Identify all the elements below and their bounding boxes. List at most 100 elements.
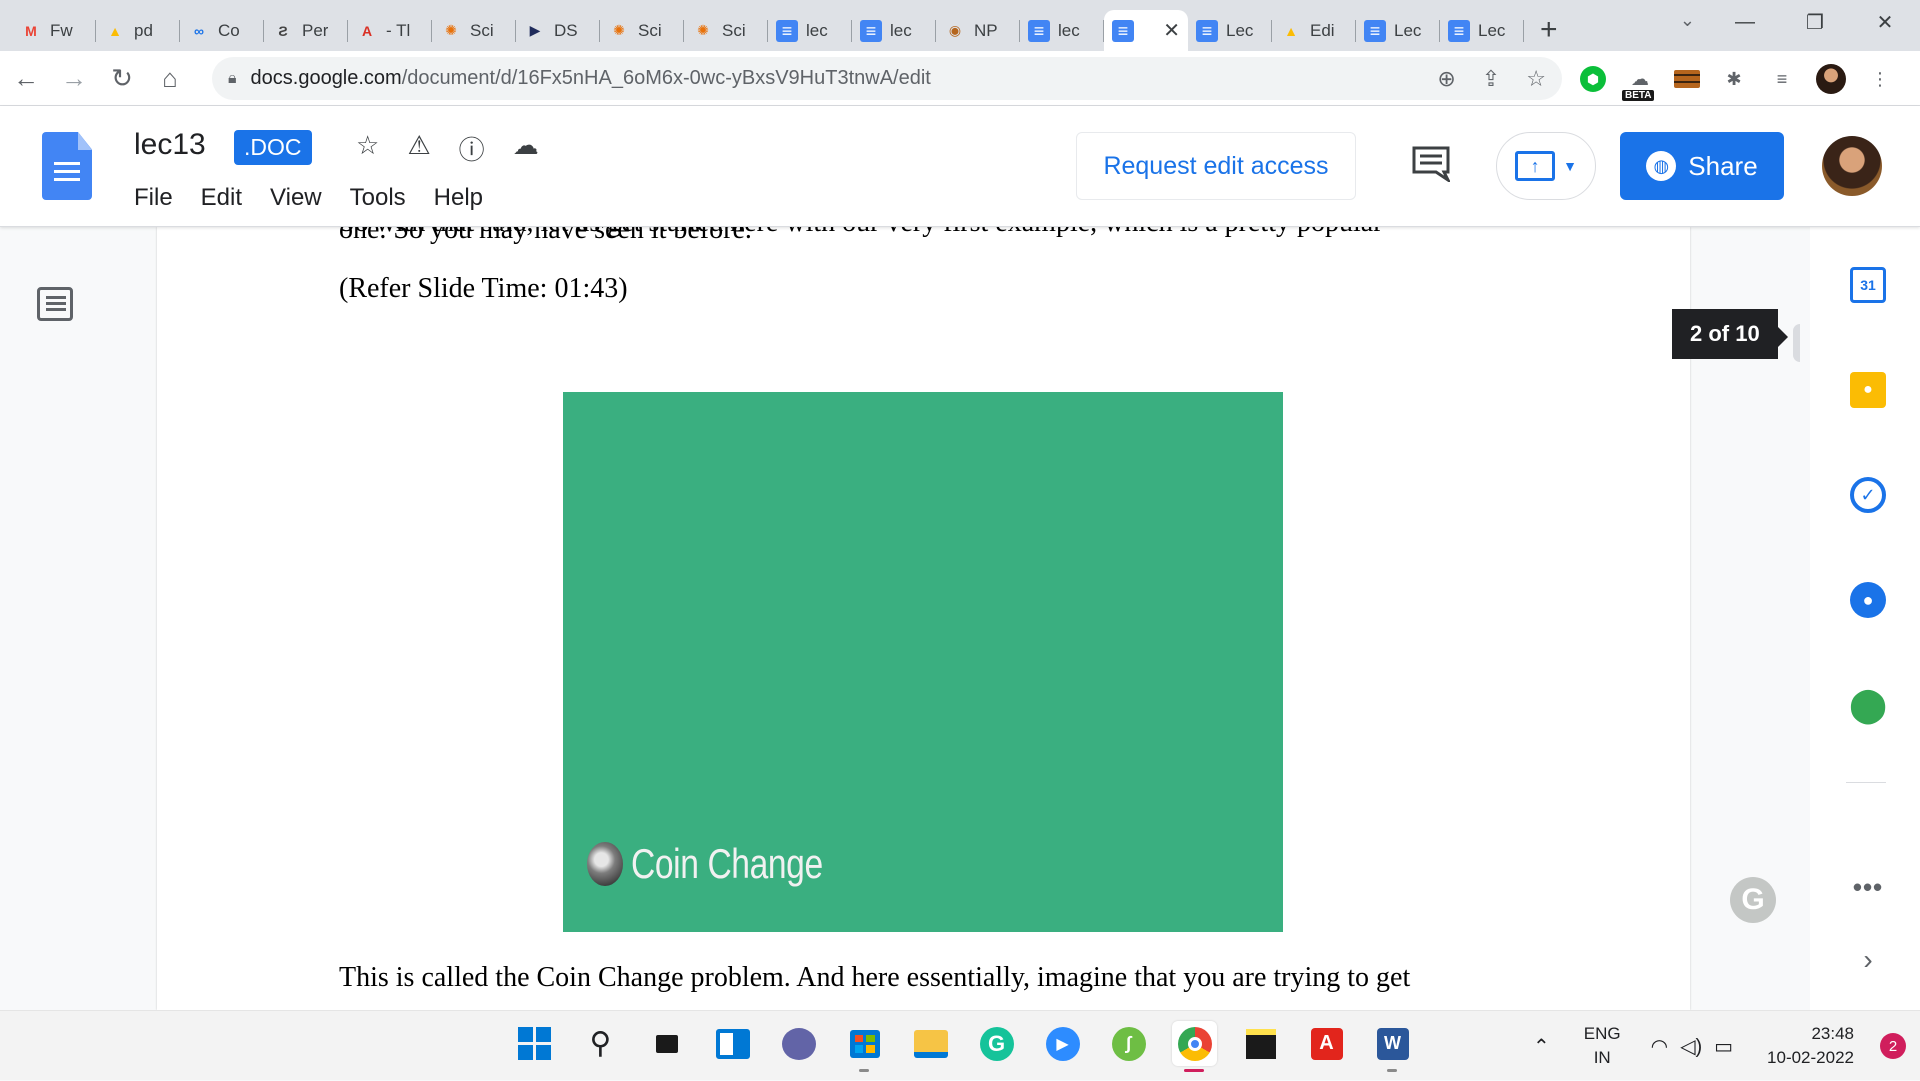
present-button[interactable]: ↑ ▼ [1496, 132, 1596, 200]
browser-tab[interactable]: Ƨ Per [264, 10, 348, 51]
home-icon[interactable]: ⌂ [148, 56, 192, 100]
extensions-bar: ⬢ ☁ BETA ✱ ≡ ⋮ [1580, 59, 1894, 101]
keep-icon[interactable]: ● [1850, 372, 1886, 408]
side-panel: 31 ● ✓ ● ⬤ ••• › [1810, 227, 1920, 1010]
document-area: So with that said, let us get started he… [0, 227, 1800, 1010]
beta-extension-icon[interactable]: ☁ BETA [1622, 65, 1655, 101]
system-icons[interactable]: ◠ ◁) ▭ [1651, 1034, 1733, 1059]
scihub-icon: ✺ [697, 22, 709, 38]
browser-tab[interactable]: ▲ Edi [1272, 10, 1356, 51]
cloud-status-icon[interactable]: ☁ [513, 130, 539, 167]
zoom-icon[interactable]: ⊕ [1437, 66, 1455, 92]
docs-logo-icon[interactable] [42, 132, 92, 200]
browser-tab[interactable]: ✺ Sci [432, 10, 516, 51]
document-info-icon[interactable]: ⓘ [459, 130, 485, 167]
browser-tab[interactable]: Lec [1188, 10, 1272, 51]
file-explorer-icon[interactable] [908, 1021, 953, 1066]
system-tray: ⌃ ENG IN ◠ ◁) ▭ 23:48 10-02-2022 2 [1533, 1011, 1920, 1081]
tab-list: M Fw ▲ pd ∞ Co Ƨ Per A - Tl ✺ Sci ▶ DS ✺ Sci ✺ Sci lec lec ◉… [0, 0, 1558, 51]
beta-label: BETA [1622, 90, 1655, 101]
browser-tab[interactable]: ◉ NP [936, 10, 1020, 51]
browser-tab[interactable]: ▶ DS [516, 10, 600, 51]
share-button[interactable]: ◍ Share [1620, 132, 1784, 200]
gmail-icon: M [25, 22, 37, 39]
zoom-app-icon[interactable]: ▶ [1040, 1021, 1085, 1066]
reload-icon[interactable]: ↻ [100, 56, 144, 100]
browser-tab[interactable]: Lec [1440, 10, 1524, 51]
contacts-icon[interactable]: ● [1850, 582, 1886, 618]
new-tab-icon[interactable]: + [1540, 13, 1558, 47]
menu-item-edit[interactable]: Edit [201, 184, 242, 212]
tab-active[interactable]: ✕ [1104, 10, 1188, 51]
bookmark-star-icon[interactable]: ☆ [1526, 66, 1546, 92]
minimize-icon[interactable]: — [1710, 0, 1780, 44]
restore-icon[interactable]: ❐ [1780, 0, 1850, 44]
address-bar[interactable]: 🔒︎ docs.google.com/document/d/16Fx5nHA_6… [212, 57, 1562, 100]
show-side-panel-icon[interactable]: › [1850, 942, 1886, 978]
browser-tab[interactable]: lec [852, 10, 936, 51]
document-page[interactable]: So with that said, let us get started he… [157, 227, 1690, 1010]
media-control-icon[interactable]: ≡ [1768, 65, 1796, 93]
green-app-icon[interactable]: ∫ [1106, 1021, 1151, 1066]
browser-tab[interactable]: A - Tl [348, 10, 432, 51]
star-icon[interactable]: ☆ [356, 130, 379, 167]
browser-tab[interactable]: lec [1020, 10, 1104, 51]
browser-tab[interactable]: ∞ Co [180, 10, 264, 51]
tab-title: Lec [1226, 20, 1254, 40]
clock[interactable]: 23:48 10-02-2022 [1767, 1022, 1854, 1070]
acrobat-icon[interactable]: A [1304, 1021, 1349, 1066]
green-extension-icon[interactable]: ⬢ [1580, 66, 1606, 92]
browser-menu-icon[interactable]: ⋮ [1866, 65, 1894, 93]
tasks-icon[interactable]: ✓ [1850, 477, 1886, 513]
browser-tab[interactable]: ▲ pd [96, 10, 180, 51]
menu-item-tools[interactable]: Tools [350, 184, 406, 212]
forward-icon[interactable]: → [52, 56, 96, 100]
browser-tab[interactable]: ✺ Sci [600, 10, 684, 51]
chrome-icon[interactable] [1172, 1021, 1217, 1072]
browser-tab[interactable]: ✺ Sci [684, 10, 768, 51]
menu-item-view[interactable]: View [270, 184, 322, 212]
profile-avatar[interactable] [1816, 64, 1846, 94]
grammarly-icon[interactable]: G [1730, 877, 1776, 923]
start-icon[interactable] [512, 1021, 557, 1066]
more-addons-icon[interactable]: ••• [1850, 869, 1886, 905]
tab-search-icon[interactable]: ⌄ [1680, 10, 1695, 31]
menu-item-help[interactable]: Help [434, 184, 483, 212]
widgets-icon[interactable] [710, 1021, 755, 1066]
maps-icon[interactable]: ⬤ [1849, 686, 1887, 724]
language-indicator[interactable]: ENG IN [1584, 1022, 1621, 1070]
task-view-icon[interactable] [644, 1021, 689, 1066]
calendar-icon[interactable]: 31 [1850, 267, 1886, 303]
back-icon[interactable]: ← [4, 56, 48, 100]
sticky-notes-icon[interactable] [1238, 1021, 1283, 1066]
browser-tab[interactable]: M Fw [12, 10, 96, 51]
search-icon[interactable]: ⚲ [578, 1021, 623, 1066]
comment-history-icon[interactable] [1412, 146, 1450, 182]
tab-title: Lec [1394, 20, 1422, 40]
slide-time-ref: (Refer Slide Time: 01:43) [339, 273, 628, 304]
menu-item-file[interactable]: File [134, 184, 173, 212]
document-title[interactable]: lec13 [134, 128, 206, 162]
word-icon[interactable]: W [1370, 1021, 1415, 1072]
notification-badge[interactable]: 2 [1880, 1033, 1906, 1059]
tab-title: Sci [470, 20, 494, 40]
show-hidden-icons-icon[interactable]: ⌃ [1533, 1034, 1550, 1059]
document-outline-icon[interactable] [37, 287, 73, 321]
puzzle-extensions-icon[interactable]: ✱ [1720, 65, 1748, 93]
account-avatar[interactable] [1822, 136, 1882, 196]
close-tab-icon[interactable]: ✕ [1163, 18, 1180, 43]
close-window-icon[interactable]: ✕ [1850, 0, 1920, 44]
browser-tab[interactable]: lec [768, 10, 852, 51]
move-to-drive-icon[interactable]: ⚠︎ [407, 130, 430, 167]
brick-extension-icon[interactable] [1674, 70, 1700, 88]
scrollbar-thumb[interactable] [1793, 324, 1800, 362]
share-page-icon[interactable]: ⇪ [1482, 66, 1500, 92]
grammarly-app-icon[interactable]: G [974, 1021, 1019, 1066]
request-edit-access-button[interactable]: Request edit access [1076, 132, 1356, 200]
browser-tab[interactable]: Lec [1356, 10, 1440, 51]
teams-chat-icon[interactable] [776, 1021, 821, 1066]
store-icon[interactable] [842, 1021, 887, 1072]
tab-title: lec [1058, 20, 1080, 40]
slide-image[interactable]: Coin Change [563, 392, 1283, 932]
lock-icon[interactable]: 🔒︎ [228, 70, 237, 88]
